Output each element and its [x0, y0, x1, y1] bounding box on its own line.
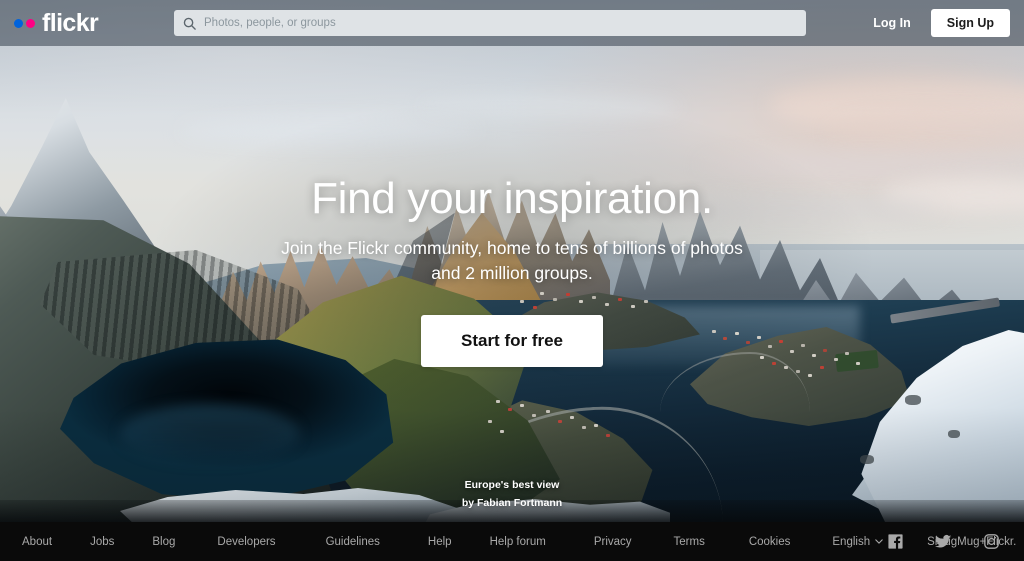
- village-house: [845, 352, 849, 355]
- twitter-icon[interactable]: [935, 533, 952, 550]
- cloud: [420, 96, 680, 118]
- photo-credit: Europe's best view by Fabian Fortmann: [0, 476, 1024, 513]
- village-house: [508, 408, 512, 411]
- footer-links: About Jobs Blog Developers Guidelines Help Hel…: [22, 536, 1016, 548]
- search-icon: [183, 17, 196, 30]
- footer-link-jobs[interactable]: Jobs: [90, 536, 114, 548]
- chevron-down-icon: [875, 539, 883, 544]
- site-header: flickr Log In Sign Up: [0, 0, 1024, 46]
- cloud: [640, 196, 940, 220]
- log-in-button[interactable]: Log In: [867, 12, 917, 34]
- photo-title[interactable]: Europe's best view: [0, 476, 1024, 494]
- village-house: [644, 300, 648, 303]
- cloud: [180, 118, 480, 144]
- village-house: [856, 362, 860, 365]
- rock-outcrop: [905, 395, 921, 405]
- village-house: [553, 298, 557, 301]
- village-house: [566, 293, 570, 296]
- village-house: [520, 300, 524, 303]
- footer-link-blog[interactable]: Blog: [152, 536, 175, 548]
- village-house: [784, 366, 788, 369]
- logo-dots: [14, 18, 35, 28]
- footer-link-label: Cookies: [748, 535, 791, 548]
- village-house: [582, 426, 586, 429]
- village-house: [801, 344, 805, 347]
- rock-outcrop: [948, 430, 960, 438]
- footer-link-about[interactable]: About: [22, 536, 52, 548]
- village-house: [834, 358, 838, 361]
- footer-link-developers[interactable]: Developers: [217, 536, 275, 548]
- village-house: [631, 305, 635, 308]
- start-for-free-button[interactable]: Start for free: [420, 315, 604, 368]
- village-house: [808, 374, 812, 377]
- footer-link-cookies[interactable]: Cookies: [749, 536, 791, 548]
- footer-link-help-forum[interactable]: Help forum: [490, 536, 546, 548]
- footer-link-english[interactable]: English: [832, 536, 883, 548]
- footer-link-label: Help: [427, 535, 452, 548]
- village-house: [606, 434, 610, 437]
- village-house: [760, 356, 764, 359]
- flickr-logo[interactable]: flickr: [14, 8, 99, 37]
- footer-link-privacy[interactable]: Privacy: [594, 536, 632, 548]
- footer-link-label: Help forum: [489, 535, 546, 548]
- search-input[interactable]: [204, 11, 764, 35]
- logo-dot-blue: [14, 18, 23, 28]
- village-house: [772, 362, 776, 365]
- instagram-icon[interactable]: [983, 533, 1000, 550]
- village-house: [500, 430, 504, 433]
- footer-link-label: Jobs: [90, 535, 115, 548]
- footer-link-guidelines[interactable]: Guidelines: [326, 536, 380, 548]
- village-house: [790, 350, 794, 353]
- village-house: [823, 349, 827, 352]
- footer-link-label: English: [832, 535, 871, 548]
- village-house: [779, 340, 783, 343]
- cloud: [700, 150, 1024, 180]
- facebook-icon[interactable]: [887, 533, 904, 550]
- footer-link-label: Blog: [152, 535, 176, 548]
- village-house: [605, 303, 609, 306]
- village-house: [594, 424, 598, 427]
- village-house: [558, 420, 562, 423]
- village-house: [546, 410, 550, 413]
- village-house: [712, 330, 716, 333]
- sign-up-button[interactable]: Sign Up: [930, 9, 1010, 37]
- village-house: [570, 416, 574, 419]
- village-house: [532, 414, 536, 417]
- village-house: [812, 354, 816, 357]
- footer-link-label: Terms: [673, 535, 705, 548]
- village-house: [496, 400, 500, 403]
- village-house: [757, 336, 761, 339]
- logo-dot-pink: [26, 18, 35, 28]
- footer-link-label: About: [22, 535, 53, 548]
- rock-outcrop: [860, 455, 874, 464]
- village-house: [540, 292, 544, 295]
- village-house: [735, 332, 739, 335]
- site-footer: About Jobs Blog Developers Guidelines Help Hel…: [0, 522, 1024, 561]
- village-house: [592, 296, 596, 299]
- logo-text: flickr: [42, 8, 99, 37]
- footer-link-help[interactable]: Help: [428, 536, 452, 548]
- village-house: [796, 370, 800, 373]
- village-house: [768, 345, 772, 348]
- village-house: [618, 298, 622, 301]
- hero-background-photo: [0, 0, 1024, 522]
- lake-reflection: [120, 404, 300, 464]
- footer-link-label: Privacy: [593, 535, 632, 548]
- footer-social-links: [887, 533, 1000, 550]
- search-bar[interactable]: [174, 10, 806, 36]
- footer-link-label: Developers: [217, 535, 276, 548]
- photo-author[interactable]: by Fabian Fortmann: [0, 494, 1024, 512]
- village-house: [820, 366, 824, 369]
- village-house: [520, 404, 524, 407]
- flickr-homepage: flickr Log In Sign Up Find your inspirat…: [0, 0, 1024, 561]
- footer-link-label: Guidelines: [325, 535, 380, 548]
- header-actions: Log In Sign Up: [867, 0, 1010, 46]
- village-house: [723, 337, 727, 340]
- village-house: [533, 306, 537, 309]
- village-house: [579, 300, 583, 303]
- village-house: [746, 341, 750, 344]
- village-house: [488, 420, 492, 423]
- footer-link-terms[interactable]: Terms: [674, 536, 705, 548]
